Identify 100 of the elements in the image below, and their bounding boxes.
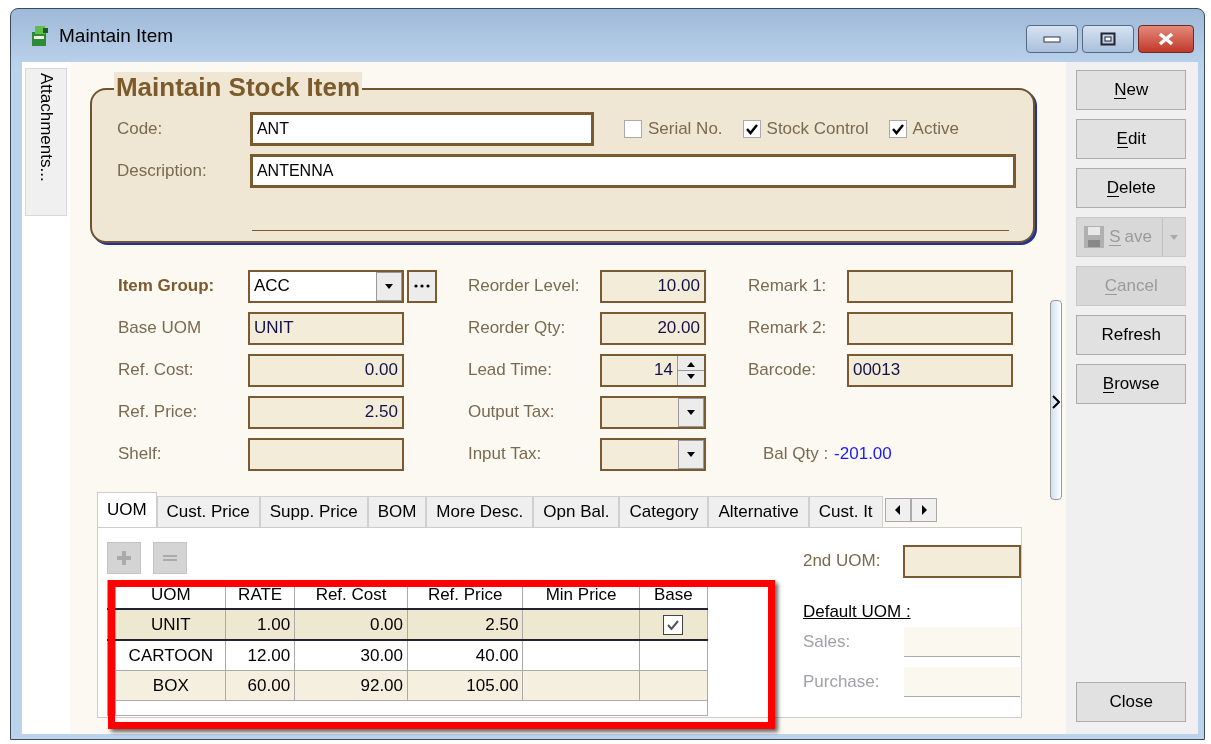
spin-field[interactable]: 14 <box>599 353 706 387</box>
close-button[interactable]: Close <box>1076 682 1187 722</box>
tab[interactable]: Alternative <box>708 496 809 527</box>
input-field[interactable] <box>902 544 1021 578</box>
table-cell: UNIT <box>115 609 226 640</box>
check-icon <box>666 618 681 631</box>
input-field[interactable]: 0.00 <box>247 353 404 387</box>
balance-label: Bal Qty : <box>762 444 829 464</box>
right-arrow-icon <box>920 505 927 515</box>
left-arrow-icon <box>894 505 901 515</box>
action-button[interactable]: Edit <box>1076 119 1187 159</box>
input-field[interactable]: 20.00 <box>599 311 706 345</box>
app-icon <box>29 23 51 48</box>
table-cell: 1.00 <box>225 609 295 640</box>
table-cell: 2.50 <box>407 609 523 640</box>
field-label: Base UOM <box>117 318 203 338</box>
maximize-icon <box>1100 32 1116 46</box>
table-cell: 30.00 <box>294 640 408 671</box>
dropdown-field[interactable] <box>599 437 706 471</box>
tab[interactable]: Opn Bal. <box>533 496 620 527</box>
action-button[interactable]: Refresh <box>1076 315 1187 355</box>
caret-icon <box>383 282 394 290</box>
tab[interactable]: Supp. Price <box>259 496 368 527</box>
tab[interactable]: Cust. Price <box>156 496 260 527</box>
scroll-left-button[interactable] <box>884 498 911 522</box>
input-field[interactable]: 10.00 <box>599 269 706 303</box>
checkbox[interactable] <box>888 120 907 138</box>
checkbox[interactable] <box>623 120 642 138</box>
field-label: Barcode: <box>747 360 817 380</box>
table-cell: 12.00 <box>225 640 295 671</box>
action-button[interactable]: New <box>1076 70 1187 110</box>
field-label: Remark 2: <box>747 318 828 338</box>
action-button[interactable]: Delete <box>1076 168 1187 208</box>
check-icon <box>890 123 905 135</box>
input-field[interactable] <box>846 269 1013 303</box>
caret-icon <box>1169 233 1180 241</box>
checkbox[interactable] <box>663 614 684 635</box>
splitter-handle[interactable] <box>1050 300 1063 500</box>
field-label: Shelf: <box>117 444 163 464</box>
table-cell: 105.00 <box>407 670 523 701</box>
dropdown-field[interactable] <box>599 395 706 429</box>
table-cell: CARTOON <box>115 640 226 671</box>
section-title: Default UOM : <box>802 602 912 622</box>
spin-arrows-icon <box>676 355 704 385</box>
field-label: Reorder Qty: <box>467 318 567 338</box>
table-cell: 0.00 <box>294 609 408 640</box>
field-label: Input Tax: <box>467 444 543 464</box>
table-cell: 60.00 <box>225 670 295 701</box>
side-tab[interactable]: Attachments... <box>24 68 67 216</box>
table-cell: 92.00 <box>294 670 408 701</box>
input-field[interactable] <box>247 437 404 471</box>
tab[interactable]: More Desc. <box>426 496 534 527</box>
field-label: Ref. Price: <box>117 402 199 422</box>
tab[interactable]: Cust. It <box>808 496 883 527</box>
table-cell: BOX <box>115 670 226 701</box>
field-label: Code: <box>116 119 164 139</box>
ellipsis-icon <box>413 284 430 288</box>
ellipsis-button[interactable] <box>406 269 437 303</box>
input-field[interactable]: ANT <box>249 112 594 146</box>
field-label: Output Tax: <box>467 402 556 422</box>
field-label: Lead Time: <box>467 360 554 380</box>
caret-icon <box>685 450 696 458</box>
minus-icon <box>161 554 178 562</box>
checkbox-label: Stock Control <box>766 119 869 139</box>
field-label: Ref. Cost: <box>117 360 195 380</box>
dropdown-button[interactable] <box>677 439 704 469</box>
scroll-right-button[interactable] <box>910 498 937 522</box>
checkbox[interactable] <box>742 120 761 138</box>
maximize-button[interactable] <box>1082 25 1134 53</box>
tab[interactable]: BOM <box>367 496 427 527</box>
balance-value: -201.00 <box>834 444 892 464</box>
minimize-button[interactable] <box>1026 25 1078 53</box>
input-field[interactable]: 2.50 <box>247 395 404 429</box>
field-label: Item Group: <box>117 276 216 296</box>
input-field[interactable]: ANTENNA <box>249 154 1016 188</box>
window-title: Maintain Item <box>59 24 174 47</box>
table-cell: 40.00 <box>407 640 523 671</box>
field-label: Reorder Level: <box>467 276 581 296</box>
field-label: 2nd UOM: <box>802 551 882 571</box>
close-button[interactable] <box>1138 25 1194 53</box>
close-icon <box>1157 32 1175 46</box>
dropdown-field[interactable]: ACC <box>247 269 404 303</box>
field-label: Remark 1: <box>747 276 828 296</box>
dropdown-button[interactable] <box>677 397 704 427</box>
minimize-icon <box>1043 35 1061 43</box>
input-field[interactable]: 00013 <box>846 353 1013 387</box>
action-button[interactable]: Browse <box>1076 364 1187 404</box>
check-icon <box>744 123 759 135</box>
dropdown-button[interactable] <box>375 271 402 301</box>
input-field[interactable]: UNIT <box>247 311 404 345</box>
checkbox-label: Serial No. <box>647 119 723 139</box>
field-label: Sales: <box>802 632 852 652</box>
caret-icon <box>685 408 696 416</box>
field-label: Purchase: <box>802 672 881 692</box>
tab[interactable]: Category <box>619 496 709 527</box>
tab[interactable]: UOM <box>96 492 157 527</box>
chevron-right-icon <box>1052 395 1061 409</box>
plus-icon <box>115 550 132 566</box>
checkbox-label: Active <box>912 119 959 139</box>
input-field[interactable] <box>846 311 1013 345</box>
